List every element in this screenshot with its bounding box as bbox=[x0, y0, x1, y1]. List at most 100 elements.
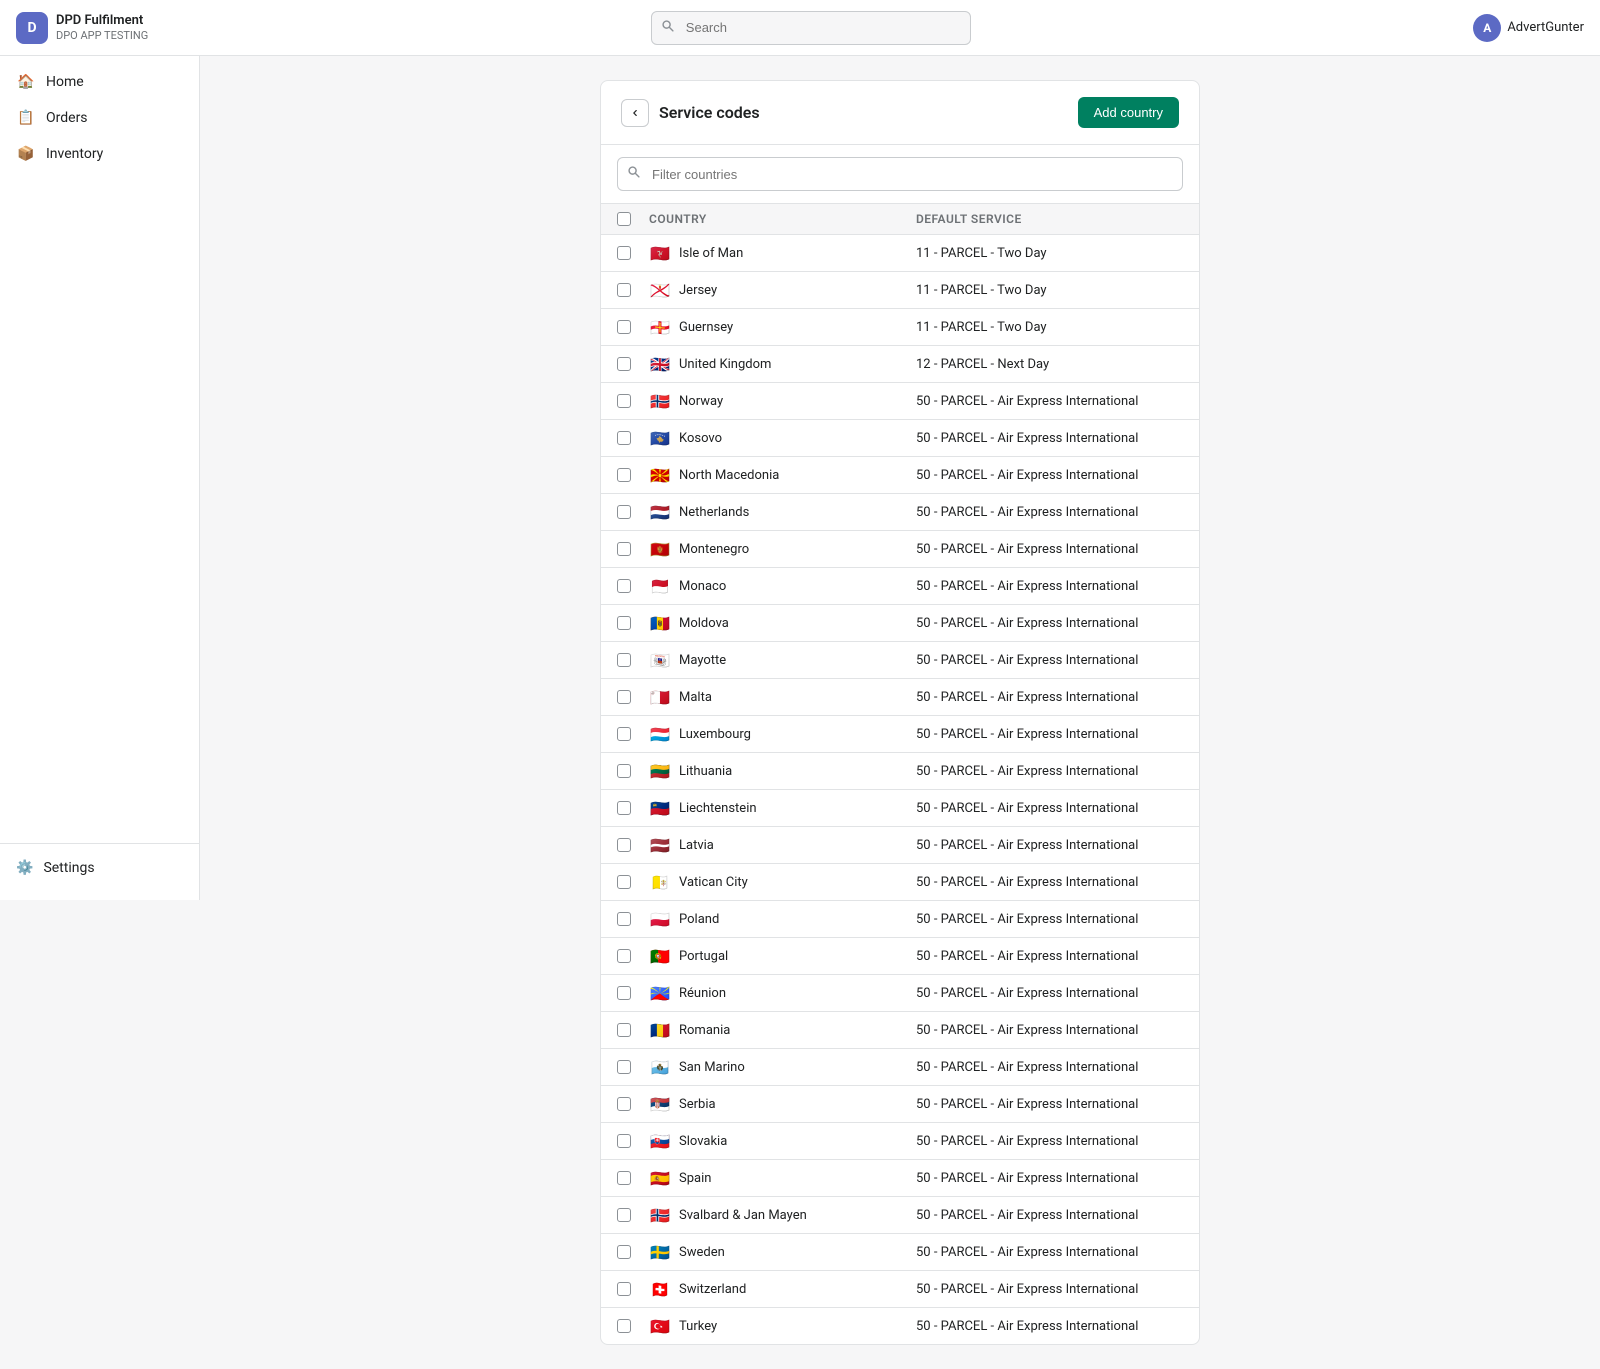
country-cell-0: 🇮🇲 Isle of Man bbox=[649, 245, 916, 261]
row-checkbox-cell-19 bbox=[617, 949, 649, 963]
row-checkbox-3[interactable] bbox=[617, 357, 631, 371]
flag-icon-23: 🇷🇸 bbox=[649, 1096, 671, 1112]
row-checkbox-12[interactable] bbox=[617, 690, 631, 704]
country-name-18: Poland bbox=[679, 912, 719, 927]
row-checkbox-13[interactable] bbox=[617, 727, 631, 741]
row-checkbox-cell-27 bbox=[617, 1245, 649, 1259]
row-checkbox-22[interactable] bbox=[617, 1060, 631, 1074]
service-cell-6: 50 - PARCEL - Air Express International bbox=[916, 468, 1183, 483]
row-checkbox-10[interactable] bbox=[617, 616, 631, 630]
service-cell-11: 50 - PARCEL - Air Express International bbox=[916, 653, 1183, 668]
service-cell-4: 50 - PARCEL - Air Express International bbox=[916, 394, 1183, 409]
service-value-11: 50 - PARCEL - Air Express International bbox=[916, 653, 1138, 668]
sidebar-item-settings[interactable]: ⚙️ Settings bbox=[0, 852, 199, 884]
filter-countries-input[interactable] bbox=[617, 157, 1183, 191]
flag-icon-19: 🇵🇹 bbox=[649, 948, 671, 964]
service-cell-16: 50 - PARCEL - Air Express International bbox=[916, 838, 1183, 853]
add-country-button[interactable]: Add country bbox=[1078, 97, 1179, 128]
row-checkbox-0[interactable] bbox=[617, 246, 631, 260]
flag-icon-10: 🇲🇩 bbox=[649, 615, 671, 631]
row-checkbox-15[interactable] bbox=[617, 801, 631, 815]
table-row: 🇳🇴 Norway 50 - PARCEL - Air Express Inte… bbox=[601, 383, 1199, 420]
service-value-14: 50 - PARCEL - Air Express International bbox=[916, 764, 1138, 779]
country-cell-6: 🇲🇰 North Macedonia bbox=[649, 467, 916, 483]
service-cell-2: 11 - PARCEL - Two Day bbox=[916, 320, 1183, 335]
country-cell-19: 🇵🇹 Portugal bbox=[649, 948, 916, 964]
flag-icon-11: 🇾🇹 bbox=[649, 652, 671, 668]
row-checkbox-23[interactable] bbox=[617, 1097, 631, 1111]
row-checkbox-17[interactable] bbox=[617, 875, 631, 889]
search-input[interactable] bbox=[651, 11, 971, 45]
country-name-5: Kosovo bbox=[679, 431, 722, 446]
sidebar-item-home[interactable]: 🏠 Home bbox=[0, 64, 199, 100]
row-checkbox-21[interactable] bbox=[617, 1023, 631, 1037]
flag-icon-22: 🇸🇲 bbox=[649, 1059, 671, 1075]
table-row: 🇱🇮 Liechtenstein 50 - PARCEL - Air Expre… bbox=[601, 790, 1199, 827]
row-checkbox-2[interactable] bbox=[617, 320, 631, 334]
flag-icon-27: 🇸🇪 bbox=[649, 1244, 671, 1260]
service-value-2: 11 - PARCEL - Two Day bbox=[916, 320, 1047, 335]
filter-input-wrap bbox=[617, 157, 1183, 191]
service-cell-21: 50 - PARCEL - Air Express International bbox=[916, 1023, 1183, 1038]
service-value-0: 11 - PARCEL - Two Day bbox=[916, 246, 1047, 261]
row-checkbox-cell-10 bbox=[617, 616, 649, 630]
page-header: Service codes Add country bbox=[601, 81, 1199, 145]
row-checkbox-14[interactable] bbox=[617, 764, 631, 778]
row-checkbox-6[interactable] bbox=[617, 468, 631, 482]
table-row: 🇱🇹 Lithuania 50 - PARCEL - Air Express I… bbox=[601, 753, 1199, 790]
service-value-27: 50 - PARCEL - Air Express International bbox=[916, 1245, 1138, 1260]
flag-icon-6: 🇲🇰 bbox=[649, 467, 671, 483]
row-checkbox-cell-14 bbox=[617, 764, 649, 778]
row-checkbox-cell-12 bbox=[617, 690, 649, 704]
row-checkbox-1[interactable] bbox=[617, 283, 631, 297]
filter-search-icon bbox=[627, 165, 641, 183]
service-cell-19: 50 - PARCEL - Air Express International bbox=[916, 949, 1183, 964]
table-row: 🇹🇷 Turkey 50 - PARCEL - Air Express Inte… bbox=[601, 1308, 1199, 1344]
row-checkbox-11[interactable] bbox=[617, 653, 631, 667]
row-checkbox-cell-7 bbox=[617, 505, 649, 519]
country-name-10: Moldova bbox=[679, 616, 729, 631]
select-all-checkbox[interactable] bbox=[617, 212, 631, 226]
row-checkbox-19[interactable] bbox=[617, 949, 631, 963]
table-header: Country Default service bbox=[601, 204, 1199, 235]
service-cell-22: 50 - PARCEL - Air Express International bbox=[916, 1060, 1183, 1075]
country-name-4: Norway bbox=[679, 394, 723, 409]
table-row: 🇷🇪 Réunion 50 - PARCEL - Air Express Int… bbox=[601, 975, 1199, 1012]
row-checkbox-29[interactable] bbox=[617, 1319, 631, 1333]
country-name-0: Isle of Man bbox=[679, 246, 743, 261]
row-checkbox-cell-3 bbox=[617, 357, 649, 371]
country-cell-17: 🇻🇦 Vatican City bbox=[649, 874, 916, 890]
service-cell-25: 50 - PARCEL - Air Express International bbox=[916, 1171, 1183, 1186]
row-checkbox-8[interactable] bbox=[617, 542, 631, 556]
row-checkbox-27[interactable] bbox=[617, 1245, 631, 1259]
row-checkbox-5[interactable] bbox=[617, 431, 631, 445]
row-checkbox-18[interactable] bbox=[617, 912, 631, 926]
sidebar-item-inventory[interactable]: 📦 Inventory bbox=[0, 136, 199, 172]
row-checkbox-7[interactable] bbox=[617, 505, 631, 519]
row-checkbox-9[interactable] bbox=[617, 579, 631, 593]
country-name-21: Romania bbox=[679, 1023, 730, 1038]
service-cell-26: 50 - PARCEL - Air Express International bbox=[916, 1208, 1183, 1223]
sidebar-item-orders[interactable]: 📋 Orders bbox=[0, 100, 199, 136]
search-wrapper bbox=[651, 11, 971, 45]
account-badge[interactable]: A AdvertGunter bbox=[1473, 14, 1584, 42]
service-cell-27: 50 - PARCEL - Air Express International bbox=[916, 1245, 1183, 1260]
flag-icon-28: 🇨🇭 bbox=[649, 1281, 671, 1297]
service-value-19: 50 - PARCEL - Air Express International bbox=[916, 949, 1138, 964]
app-name-secondary: DPO APP TESTING bbox=[56, 29, 148, 42]
back-button[interactable] bbox=[621, 99, 649, 127]
row-checkbox-4[interactable] bbox=[617, 394, 631, 408]
service-cell-14: 50 - PARCEL - Air Express International bbox=[916, 764, 1183, 779]
row-checkbox-24[interactable] bbox=[617, 1134, 631, 1148]
country-cell-7: 🇳🇱 Netherlands bbox=[649, 504, 916, 520]
row-checkbox-26[interactable] bbox=[617, 1208, 631, 1222]
row-checkbox-20[interactable] bbox=[617, 986, 631, 1000]
row-checkbox-28[interactable] bbox=[617, 1282, 631, 1296]
flag-icon-7: 🇳🇱 bbox=[649, 504, 671, 520]
row-checkbox-25[interactable] bbox=[617, 1171, 631, 1185]
table-row: 🇱🇺 Luxembourg 50 - PARCEL - Air Express … bbox=[601, 716, 1199, 753]
sidebar-label-inventory: Inventory bbox=[46, 146, 103, 162]
country-cell-28: 🇨🇭 Switzerland bbox=[649, 1281, 916, 1297]
row-checkbox-16[interactable] bbox=[617, 838, 631, 852]
country-cell-23: 🇷🇸 Serbia bbox=[649, 1096, 916, 1112]
